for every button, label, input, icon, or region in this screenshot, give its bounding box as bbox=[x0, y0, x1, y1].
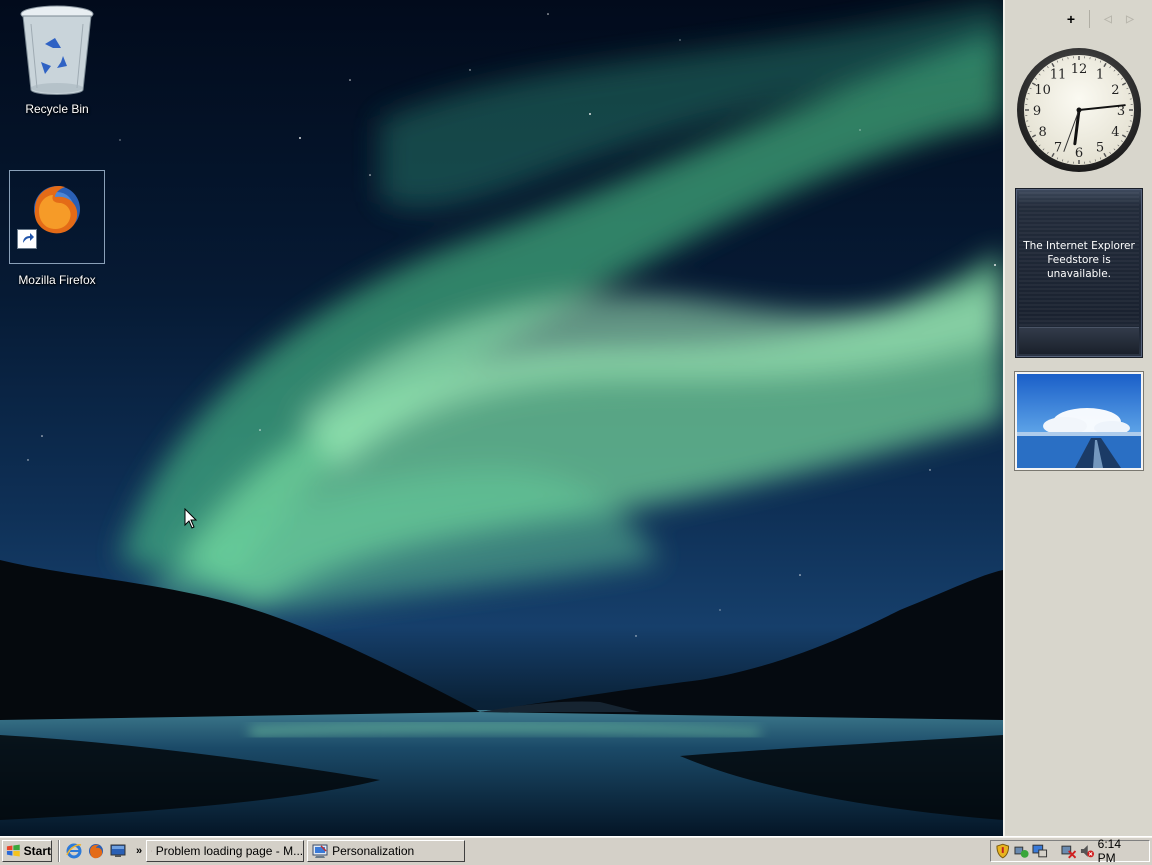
clock-numeral: 5 bbox=[1096, 140, 1104, 155]
feed-status-message: The Internet Explorer Feedstore is unava… bbox=[1020, 239, 1138, 281]
quick-launch-toolbar bbox=[64, 843, 126, 859]
network-disconnected-icon[interactable] bbox=[1061, 843, 1077, 859]
clock-numeral: 8 bbox=[1038, 125, 1046, 140]
network-icon[interactable] bbox=[1014, 843, 1030, 859]
feed-footer bbox=[1019, 327, 1139, 354]
task-label: Personalization bbox=[332, 844, 414, 858]
clock-numeral: 1 bbox=[1096, 68, 1104, 83]
sidebar-controls: + ◁ ▷ bbox=[1063, 10, 1138, 28]
clock-numeral: 9 bbox=[1033, 104, 1041, 119]
security-shield-icon[interactable] bbox=[995, 843, 1011, 859]
clock-numeral: 12 bbox=[1071, 62, 1088, 77]
quick-launch-overflow-button[interactable]: » bbox=[136, 845, 142, 857]
clock-numeral: 7 bbox=[1054, 140, 1062, 155]
start-button[interactable]: Start bbox=[2, 840, 52, 862]
firefox-icon bbox=[151, 843, 152, 859]
mouse-cursor-icon bbox=[184, 508, 198, 530]
recycle-bin-icon bbox=[17, 4, 97, 76]
desktop-icon-mozilla-firefox[interactable]: Mozilla Firefox bbox=[10, 171, 104, 263]
add-gadget-button[interactable]: + bbox=[1063, 11, 1079, 27]
clock-numeral: 10 bbox=[1034, 83, 1051, 98]
slideshow-gadget[interactable] bbox=[1015, 372, 1143, 470]
recycle-bin-label: Recycle Bin bbox=[10, 102, 104, 116]
taskbar-divider bbox=[58, 840, 60, 862]
show-desktop-icon[interactable] bbox=[110, 843, 126, 859]
display-icon[interactable] bbox=[1032, 843, 1048, 859]
desktop[interactable]: Recycle Bin Mozilla Firefox bbox=[0, 0, 1003, 836]
clock-numeral: 11 bbox=[1050, 68, 1067, 83]
clock-numeral: 6 bbox=[1075, 146, 1083, 161]
previous-page-button[interactable]: ◁ bbox=[1100, 11, 1116, 27]
volume-muted-icon[interactable] bbox=[1079, 843, 1095, 859]
task-label: Problem loading page - M... bbox=[156, 844, 303, 858]
slideshow-picture bbox=[1017, 374, 1141, 468]
taskbar-button-firefox[interactable]: Problem loading page - M... bbox=[146, 840, 304, 862]
taskbar-button-personalization[interactable]: Personalization bbox=[307, 840, 465, 862]
desktop-icon-recycle-bin[interactable]: Recycle Bin bbox=[10, 4, 104, 116]
mozilla-firefox-label: Mozilla Firefox bbox=[10, 273, 104, 287]
sidebar-controls-divider bbox=[1089, 10, 1090, 28]
clock-numeral: 4 bbox=[1111, 125, 1119, 140]
windows-sidebar: + ◁ ▷ 121234567891011 The Internet Explo… bbox=[1003, 0, 1152, 836]
firefox-icon[interactable] bbox=[88, 843, 104, 859]
start-label: Start bbox=[24, 844, 51, 858]
wallpaper bbox=[0, 0, 1003, 836]
windows-logo-icon bbox=[6, 844, 21, 858]
next-page-button[interactable]: ▷ bbox=[1122, 11, 1138, 27]
taskbar-clock[interactable]: 6:14 PM bbox=[1098, 837, 1141, 865]
clock-numeral: 2 bbox=[1111, 83, 1119, 98]
taskbar: Start » Problem loading page - M... bbox=[0, 836, 1152, 865]
internet-explorer-icon[interactable] bbox=[66, 843, 82, 859]
feed-headlines-gadget[interactable]: The Internet Explorer Feedstore is unava… bbox=[1015, 188, 1143, 358]
clock-gadget[interactable]: 121234567891011 bbox=[1015, 46, 1143, 174]
shortcut-arrow-icon bbox=[17, 229, 37, 249]
notification-area: 6:14 PM bbox=[990, 840, 1150, 862]
personalization-icon bbox=[312, 843, 328, 859]
firefox-icon bbox=[17, 179, 97, 239]
